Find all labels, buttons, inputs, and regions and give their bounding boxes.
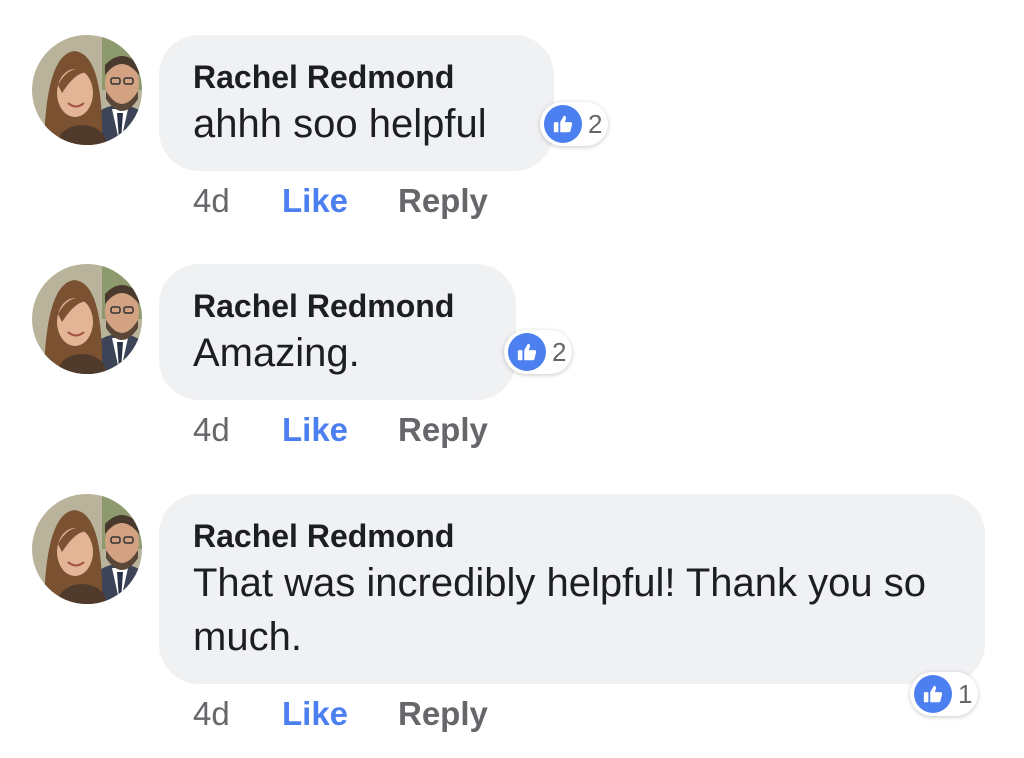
avatar[interactable] xyxy=(32,494,142,604)
comment-bubble: Rachel Redmond ahhh soo helpful xyxy=(159,35,554,171)
like-button[interactable]: Like xyxy=(282,694,348,734)
comment-timestamp[interactable]: 4d xyxy=(193,694,230,734)
comment-bubble: Rachel Redmond That was incredibly helpf… xyxy=(159,494,985,684)
reaction-summary[interactable]: 2 xyxy=(504,330,573,374)
reaction-count: 2 xyxy=(552,336,567,367)
reaction-count: 1 xyxy=(958,678,973,709)
reply-button[interactable]: Reply xyxy=(398,410,488,450)
comment-author[interactable]: Rachel Redmond xyxy=(193,57,520,97)
thumbs-up-icon xyxy=(544,105,582,143)
comment-timestamp[interactable]: 4d xyxy=(193,181,230,221)
thumbs-up-icon xyxy=(508,333,546,371)
comment-text: Amazing. xyxy=(193,331,360,375)
reaction-count: 2 xyxy=(588,108,603,139)
comment-bubble: Rachel Redmond Amazing. xyxy=(159,264,516,400)
comment-timestamp[interactable]: 4d xyxy=(193,410,230,450)
like-button[interactable]: Like xyxy=(282,181,348,221)
comment-author[interactable]: Rachel Redmond xyxy=(193,286,482,326)
comment-text: That was incredibly helpful! Thank you s… xyxy=(193,561,926,659)
reply-button[interactable]: Reply xyxy=(398,694,488,734)
comment-text: ahhh soo helpful xyxy=(193,102,487,146)
avatar[interactable] xyxy=(32,264,142,374)
thumbs-up-icon xyxy=(914,675,952,713)
reaction-summary[interactable]: 2 xyxy=(540,102,609,146)
like-button[interactable]: Like xyxy=(282,410,348,450)
reply-button[interactable]: Reply xyxy=(398,181,488,221)
avatar[interactable] xyxy=(32,35,142,145)
comment-author[interactable]: Rachel Redmond xyxy=(193,516,951,556)
reaction-summary[interactable]: 1 xyxy=(910,672,979,716)
